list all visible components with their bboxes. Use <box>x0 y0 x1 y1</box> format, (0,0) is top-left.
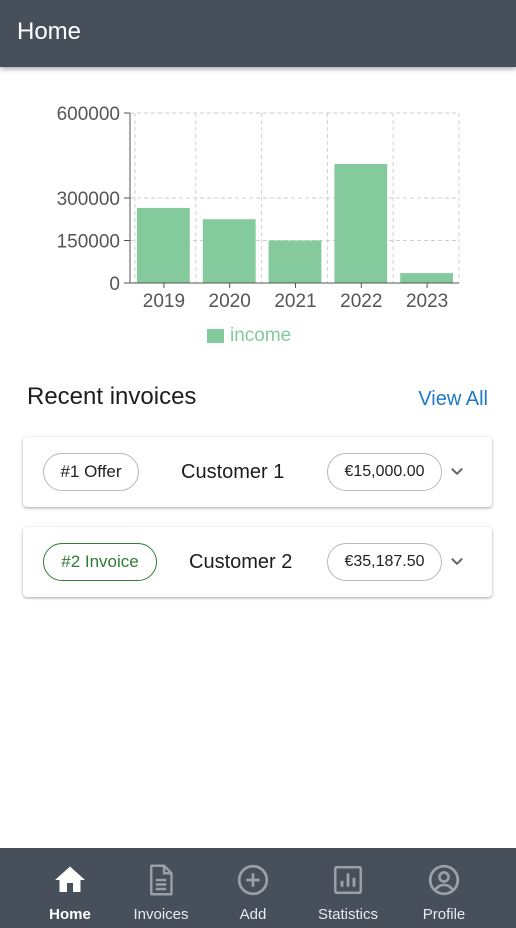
nav-invoices[interactable]: Invoices <box>111 848 211 928</box>
view-all-link[interactable]: View All <box>418 388 488 411</box>
nav-home[interactable]: Home <box>20 848 120 928</box>
nav-label-statistics: Statistics <box>317 906 378 923</box>
add-circle-icon <box>237 864 269 896</box>
y-tick-label: 0 <box>109 274 120 295</box>
invoice-card[interactable]: #2 Invoice Customer 2 €35,187.50 <box>23 527 492 597</box>
app-bar: Home <box>0 0 516 67</box>
nav-statistics[interactable]: Statistics <box>298 848 398 928</box>
nav-add[interactable]: Add <box>203 848 303 928</box>
chart-legend: income <box>207 325 291 347</box>
home-icon <box>55 866 85 892</box>
invoice-tag-chip: #2 Invoice <box>43 543 157 581</box>
x-tick-label: 2020 <box>209 291 251 312</box>
y-tick-label: 600000 <box>57 104 120 125</box>
recent-invoices-title: Recent invoices <box>27 383 197 410</box>
offer-tag-chip: #1 Offer <box>43 453 139 491</box>
nav-label-home: Home <box>49 906 91 923</box>
bar-2023 <box>400 273 453 283</box>
customer-name: Customer 1 <box>181 461 285 483</box>
nav-label-invoices: Invoices <box>133 906 189 923</box>
y-tick-label: 150000 <box>57 232 120 253</box>
x-tick-label: 2021 <box>274 291 316 312</box>
legend-swatch <box>207 329 224 343</box>
bar-chart-icon <box>333 865 363 895</box>
y-tick-label: 300000 <box>57 189 120 210</box>
bottom-navigation: Home Invoices Add Statistics Profile <box>0 848 516 928</box>
x-tick-label: 2023 <box>406 291 448 312</box>
legend-label: income <box>230 325 292 346</box>
document-icon <box>150 864 173 896</box>
page-title: Home <box>17 18 82 45</box>
income-bar-chart: 0 150000 300000 600000 2019 2020 2021 2022 2023 <box>57 104 460 312</box>
chevron-down-icon[interactable] <box>446 461 468 483</box>
bar-2020 <box>202 219 256 283</box>
bar-2022 <box>334 164 388 283</box>
nav-profile[interactable]: Profile <box>394 848 494 928</box>
amount-chip: €15,000.00 <box>327 453 442 491</box>
invoice-card[interactable]: #1 Offer Customer 1 €15,000.00 <box>23 437 492 507</box>
x-tick-label: 2022 <box>340 291 382 312</box>
amount-chip: €35,187.50 <box>327 543 442 581</box>
bar-2019 <box>137 207 190 283</box>
customer-name: Customer 2 <box>189 551 293 573</box>
x-tick-label: 2019 <box>143 291 185 312</box>
income-chart: 0 150000 300000 600000 2019 2020 2021 2022 2023 … <box>0 95 516 355</box>
bar-2021 <box>268 240 322 283</box>
nav-label-add: Add <box>239 906 267 923</box>
chevron-down-icon[interactable] <box>446 551 468 573</box>
nav-label-profile: Profile <box>422 906 466 923</box>
account-circle-icon <box>428 864 460 896</box>
